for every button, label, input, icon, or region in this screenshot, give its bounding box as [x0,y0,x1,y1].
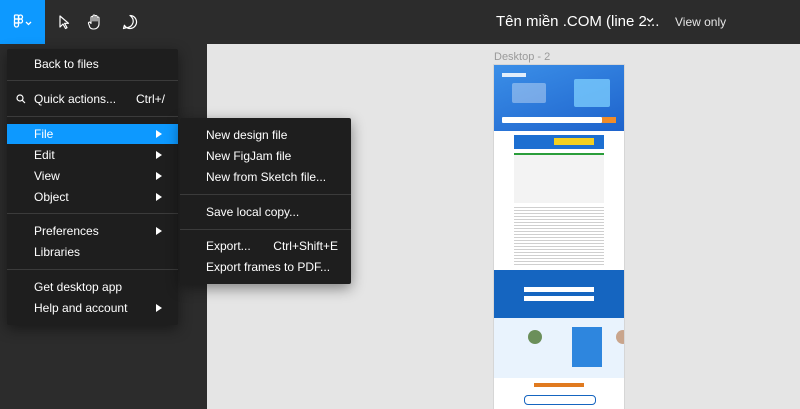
menu-item-get-desktop-app[interactable]: Get desktop app [7,277,178,297]
main-menu: Back to files Quick actions... Ctrl+/ Fi… [7,49,178,325]
comment-tool-button[interactable] [111,0,149,44]
chevron-right-icon [156,193,162,201]
menu-item-label: New from Sketch file... [206,170,327,184]
menu-item-view[interactable]: View [7,166,178,186]
desktop-frame-preview[interactable] [494,65,624,409]
submenu-item-export-frames-to-pdf[interactable]: Export frames to PDF... [180,257,351,277]
view-only-badge[interactable]: View only [675,15,726,29]
menu-divider [7,80,178,81]
menu-item-label: Back to files [34,57,99,71]
menu-item-back-to-files[interactable]: Back to files [7,54,178,74]
menu-item-label: Get desktop app [34,280,123,294]
chevron-right-icon [156,227,162,235]
submenu-item-new-design-file[interactable]: New design file [180,125,351,145]
frame-article-text [514,205,604,265]
chevron-right-icon [156,304,162,312]
submenu-item-save-local-copy[interactable]: Save local copy... [180,202,351,222]
submenu-item-new-from-sketch[interactable]: New from Sketch file... [180,167,351,187]
hand-icon [87,14,100,30]
menu-item-label: Edit [34,148,55,162]
menu-item-help-and-account[interactable]: Help and account [7,298,178,318]
document-title[interactable]: Tên miền .COM (line 2... [496,13,659,30]
frame-cta-button [524,395,596,405]
frame-logo [502,73,526,77]
chevron-right-icon [156,151,162,159]
frame-register-section [494,270,624,318]
search-icon [16,94,26,104]
menu-item-object[interactable]: Object [7,187,178,207]
menu-item-edit[interactable]: Edit [7,145,178,165]
menu-item-label: File [34,127,54,141]
menu-item-label: Export frames to PDF... [206,260,331,274]
frame-label[interactable]: Desktop - 2 [494,51,550,63]
menu-item-label: Preferences [34,224,99,238]
move-cursor-icon [59,15,70,30]
frame-article-box [514,153,604,203]
menu-item-label: Object [34,190,69,204]
menu-item-label: Help and account [34,301,128,315]
menu-item-file[interactable]: File [7,124,178,144]
menu-item-label: New design file [206,128,288,142]
shortcut-label: Ctrl+/ [135,92,165,106]
menu-item-preferences[interactable]: Preferences [7,221,178,241]
file-submenu: New design file New FigJam file New from… [180,118,351,284]
menu-item-quick-actions[interactable]: Quick actions... Ctrl+/ [7,89,178,109]
frame-faq-title [534,383,584,387]
chevron-down-icon [25,21,31,26]
submenu-item-export[interactable]: Export... Ctrl+Shift+E [180,236,351,256]
hand-tool-button[interactable] [76,0,114,44]
menu-divider [180,229,351,230]
submenu-item-new-figjam-file[interactable]: New FigJam file [180,146,351,166]
frame-testimonials [494,318,624,378]
comment-icon [122,14,138,30]
menu-divider [7,213,178,214]
frame-price-tag [554,138,594,145]
avatar [528,330,542,344]
main-menu-button[interactable] [0,0,45,44]
chevron-right-icon [156,130,162,138]
menu-item-libraries[interactable]: Libraries [7,242,178,262]
menu-divider [7,116,178,117]
chevron-down-icon[interactable] [644,14,656,26]
chevron-right-icon [156,172,162,180]
menu-item-label: Export... [206,239,251,253]
frame-hero-text [512,83,546,103]
frame-form-field [524,296,594,301]
frame-testimonial-card [572,327,602,367]
menu-item-label: View [34,169,60,183]
avatar [616,330,624,344]
frame-form-field [524,287,594,292]
menu-divider [7,269,178,270]
figma-logo-icon [13,14,31,28]
top-toolbar: Tên miền .COM (line 2... View only [0,0,800,44]
menu-item-label: Libraries [34,245,81,259]
menu-item-label: Save local copy... [206,205,300,219]
menu-divider [180,194,351,195]
shortcut-label: Ctrl+Shift+E [273,239,338,253]
frame-search-button [602,117,616,123]
frame-hero-illustration [574,79,610,107]
frame-search-bar [502,117,602,123]
menu-item-label: Quick actions... [34,92,117,106]
menu-item-label: New FigJam file [206,149,292,163]
